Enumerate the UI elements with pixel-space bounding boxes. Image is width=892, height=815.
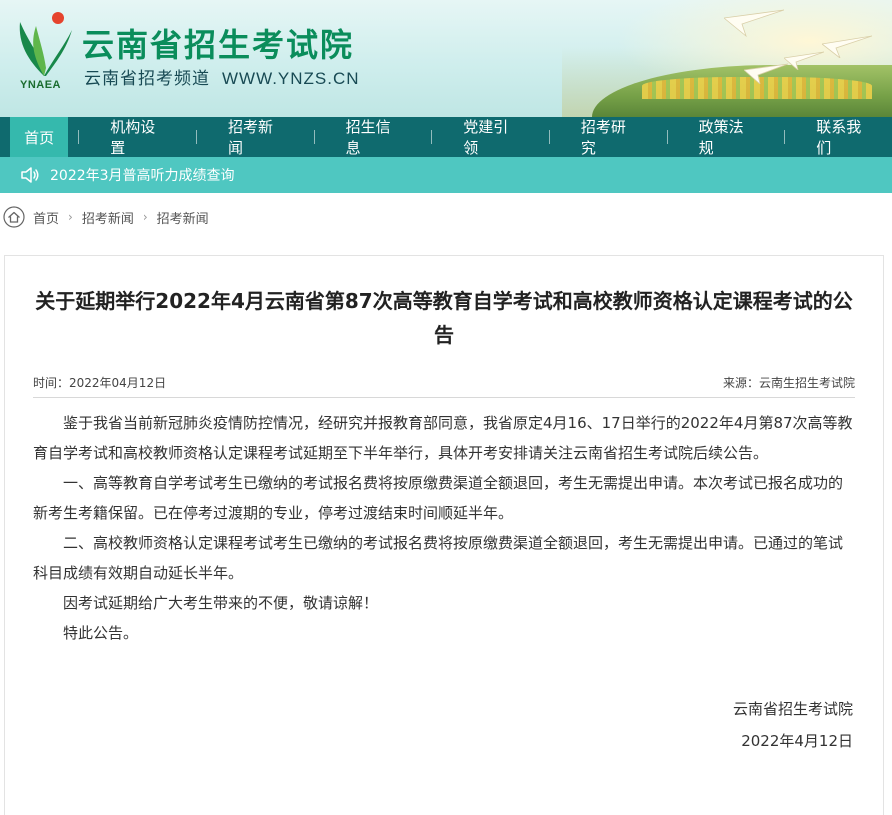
- site-subtitle: 云南省招考频道 WWW.YNZS.CN: [84, 64, 360, 89]
- logo-text: YNAEA: [20, 79, 62, 91]
- nav-divider: [549, 130, 550, 144]
- site-title[interactable]: 云南省招生考试院: [82, 20, 354, 66]
- nav-item-home[interactable]: 首页: [10, 117, 69, 157]
- breadcrumb: 首页 › 招考新闻 › 招考新闻: [0, 193, 892, 241]
- breadcrumb-home[interactable]: 首页: [33, 208, 59, 227]
- chevron-right-icon: ›: [142, 210, 148, 224]
- article-paragraph: 鉴于我省当前新冠肺炎疫情防控情况，经研究并报教育部同意，我省原定4月16、17日…: [33, 414, 853, 462]
- paper-plane-icon: [784, 48, 824, 70]
- site-url[interactable]: WWW.YNZS.CN: [222, 69, 360, 88]
- nav-item-admissions[interactable]: 招生信息: [325, 117, 422, 157]
- article-paragraph: 因考试延期给广大考生带来的不便，敬请谅解！: [63, 594, 379, 612]
- article-paragraph: 二、高校教师资格认定课程考试考生已缴纳的考试报名费将按原缴费渠道全额退回，考生无…: [33, 534, 844, 582]
- nav-divider: [431, 130, 433, 144]
- nav-item-news[interactable]: 招考新闻: [207, 117, 304, 157]
- paper-plane-icon: [744, 62, 788, 84]
- home-icon: [3, 206, 25, 228]
- nav-divider: [78, 130, 80, 144]
- nav-divider: [784, 130, 786, 144]
- article-title: 关于延期举行2022年4月云南省第87次高等教育自学考试和高校教师资格认定课程考…: [35, 289, 853, 347]
- article-meta: 时间：2022年04月12日 来源：云南生招生考试院: [33, 374, 855, 398]
- article-container: 关于延期举行2022年4月云南省第87次高等教育自学考试和高校教师资格认定课程考…: [4, 255, 884, 815]
- article-paragraph: 特此公告。: [63, 624, 139, 642]
- breadcrumb-current[interactable]: 招考新闻: [157, 208, 209, 227]
- site-header: YNAEA 云南省招生考试院 云南省招考频道 WWW.YNZS.CN: [0, 0, 892, 117]
- article-signature: 云南省招生考试院 2022年4月12日: [5, 694, 883, 756]
- article-body: 鉴于我省当前新冠肺炎疫情防控情况，经研究并报教育部同意，我省原定4月16、17日…: [5, 398, 883, 648]
- paper-plane-icon: [724, 8, 784, 38]
- signature-org: 云南省招生考试院: [732, 700, 853, 718]
- nav-item-organization[interactable]: 机构设置: [89, 117, 186, 157]
- breadcrumb-news[interactable]: 招考新闻: [82, 208, 134, 227]
- article-source: 来源：云南生招生考试院: [722, 376, 855, 390]
- nav-divider: [313, 130, 315, 144]
- paper-plane-icon: [822, 32, 872, 58]
- nav-item-policy[interactable]: 政策法规: [678, 117, 775, 157]
- nav-divider: [666, 130, 668, 144]
- nav-divider: [196, 130, 197, 144]
- main-nav: 首页 机构设置 招考新闻 招生信息 党建引领 招考研究 政策法规 联系我们: [0, 117, 892, 157]
- ticker-link[interactable]: 2022年3月普高听力成绩查询: [50, 165, 235, 185]
- site-subtitle-text: 云南省招考频道: [84, 69, 210, 89]
- notice-ticker: 2022年3月普高听力成绩查询: [0, 157, 892, 193]
- article-time: 时间：2022年04月12日: [33, 376, 167, 390]
- nav-item-research[interactable]: 招考研究: [560, 117, 657, 157]
- chevron-right-icon: ›: [68, 210, 73, 224]
- signature-date: 2022年4月12日: [741, 732, 853, 750]
- nav-item-party[interactable]: 党建引领: [442, 117, 539, 157]
- speaker-icon: [20, 167, 40, 183]
- article-paragraph: 一、高等教育自学考试考生已缴纳的考试报名费将按原缴费渠道全额退回，考生无需提出申…: [33, 474, 844, 522]
- nav-item-contact[interactable]: 联系我们: [795, 117, 892, 157]
